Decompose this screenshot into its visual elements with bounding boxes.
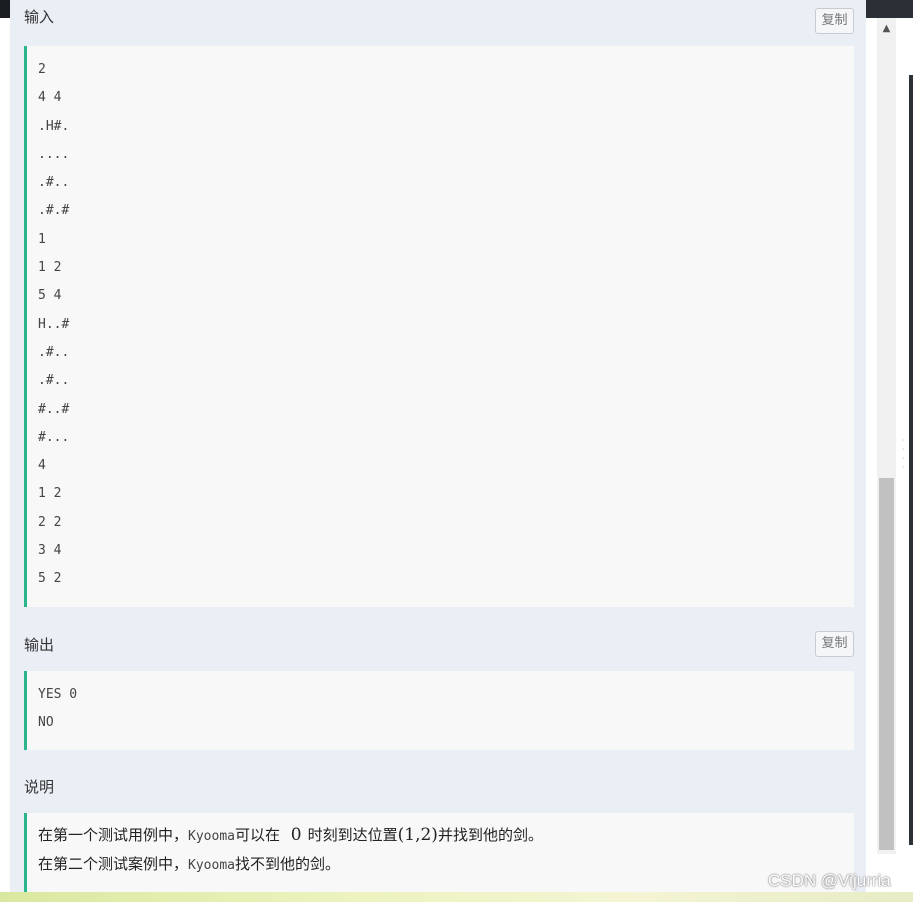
- watermark: CSDN @Vijurria: [768, 871, 891, 890]
- input-code-block: 2 4 4 .H#..... .#.. .#.# 1 1 2 5 4 H..# .#.. .#.. #…: [24, 46, 854, 607]
- input-line: 4: [38, 458, 46, 474]
- input-line: #...: [38, 429, 70, 445]
- bottom-strip: [0, 892, 913, 902]
- input-line: H..#: [38, 316, 70, 332]
- window-right-edge: [909, 75, 913, 845]
- input-line: #..#: [38, 401, 70, 417]
- input-line: .#.#: [38, 203, 70, 219]
- resize-handle-dots-icon[interactable]: · · · ·: [902, 436, 905, 476]
- explanation-line-1: 在第一个测试用例中，Kyooma可以在 0 时刻到达位置(1,2)并找到他的剑。: [38, 825, 543, 845]
- explanation-section-title: 说明: [24, 778, 55, 796]
- output-line: NO: [38, 715, 54, 731]
- input-line: 3 4: [38, 543, 62, 559]
- output-section-title: 输出: [24, 636, 55, 654]
- input-line: 1: [38, 231, 46, 247]
- input-line: 5 4: [38, 288, 62, 304]
- explanation-line-2: 在第二个测试案例中，Kyooma找不到他的剑。: [38, 855, 340, 873]
- scrollbar-thumb[interactable]: [879, 478, 894, 850]
- input-line: 1 2: [38, 486, 62, 502]
- input-line: 1 2: [38, 260, 62, 276]
- output-line: YES 0: [38, 687, 78, 702]
- input-line: .#..: [38, 344, 70, 360]
- copy-output-button[interactable]: 复制: [815, 631, 854, 657]
- input-line: .#..: [38, 175, 70, 191]
- input-section-title: 输入: [24, 8, 55, 26]
- output-code-block: YES 0 NO: [24, 671, 854, 750]
- problem-samples-panel: 输入 复制 2 4 4 .H#..... .#.. .#.# 1 1 2 5 4 H..# .#.…: [10, 0, 866, 892]
- input-line: 5 2: [38, 571, 62, 587]
- copy-input-button[interactable]: 复制: [815, 8, 854, 34]
- input-line: 2: [38, 62, 46, 77]
- input-line: .H#.: [38, 118, 70, 134]
- input-line: .#..: [38, 373, 70, 389]
- input-line: 2 2: [38, 514, 62, 530]
- scroll-up-arrow-icon[interactable]: ▲: [877, 18, 896, 40]
- input-line: ....: [38, 146, 70, 162]
- vertical-scrollbar[interactable]: ▲: [877, 18, 896, 854]
- explanation-block: 在第一个测试用例中，Kyooma可以在 0 时刻到达位置(1,2)并找到他的剑。 …: [24, 813, 854, 892]
- input-line: 4 4: [38, 90, 62, 106]
